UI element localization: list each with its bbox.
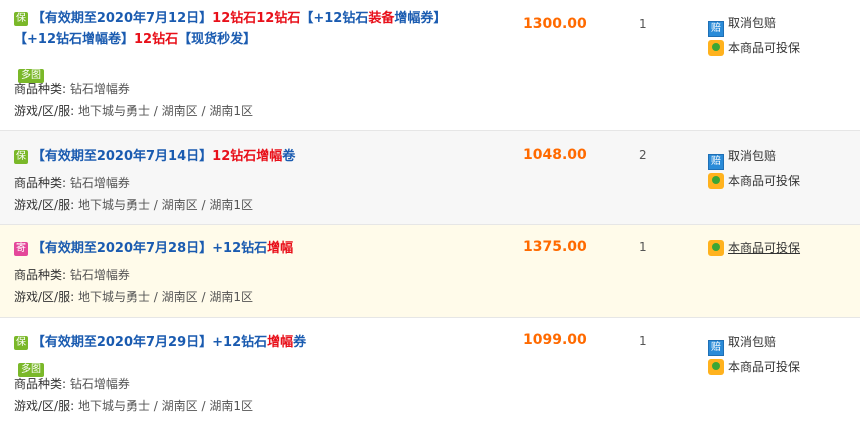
category-line: 商品种类: 钻石增幅券 [14,264,130,286]
category-line: 商品种类: 钻石增幅券 [14,172,130,194]
title-segment: +12钻石 [212,335,268,350]
title-segment: 【有效期至2020年7月28日】 [31,241,213,256]
server-line: 游戏/区/服: 地下城与勇士 / 湖南区 / 湖南1区 [14,194,253,216]
consignment-badge: 寄 [14,241,28,256]
cancel-guarantee-option[interactable]: 赔取消包赔 [708,145,800,170]
title-segment: 12钻石 [133,32,179,47]
cancel-guarantee-icon: 赔 [708,154,724,170]
listing-row: 保 【有效期至2020年7月12日】12钻石12钻石【+12钻石装备增幅券】 【… [0,0,860,131]
server-label: 游戏/区/服: [14,290,75,304]
listing-title[interactable]: 保 【有效期至2020年7月12日】12钻石12钻石【+12钻石装备增幅券】 【… [14,8,484,50]
listing-title[interactable]: 保 【有效期至2020年7月29日】+12钻石增幅券 [14,332,484,353]
price: 1048.00 [523,147,587,163]
quantity: 1 [639,17,647,31]
insurance-label: 本商品可投保 [728,360,801,374]
insurance-icon [708,173,724,189]
title-segment: 券 [293,335,307,350]
quantity: 1 [639,240,647,254]
title-line-1[interactable]: 【有效期至2020年7月28日】+12钻石增幅 [32,241,293,256]
insurance-label[interactable]: 本商品可投保 [728,241,800,255]
category-label: 商品种类: [14,268,67,282]
insurance-option[interactable]: 本商品可投保 [708,356,800,378]
category-value: 钻石增幅券 [69,176,130,190]
cancel-guarantee-label: 取消包赔 [728,335,777,349]
cancel-guarantee-label: 取消包赔 [728,149,777,163]
server-line: 游戏/区/服: 地下城与勇士 / 湖南区 / 湖南1区 [14,395,253,417]
listing-row: 保 【有效期至2020年7月29日】+12钻石增幅券 多图 商品种类: 钻石增幅… [0,318,860,425]
title-segment: 12钻石12钻石 [212,11,301,26]
server-line: 游戏/区/服: 地下城与勇士 / 湖南区 / 湖南1区 [14,286,253,308]
server-value: 地下城与勇士 / 湖南区 / 湖南1区 [77,399,253,413]
title-segment: 【+12钻石 [300,11,369,26]
category-line: 商品种类: 钻石增幅券 [14,78,130,100]
category-value: 钻石增幅券 [69,268,130,282]
title-segment: 【有效期至2020年7月12日】 [31,11,213,26]
price: 1099.00 [523,332,587,348]
server-value: 地下城与勇士 / 湖南区 / 湖南1区 [77,104,253,118]
guarantee-badge: 保 [14,335,28,350]
server-label: 游戏/区/服: [14,104,75,118]
title-segment: 12钻石增幅 [212,149,283,164]
insurance-icon [708,359,724,375]
category-value: 钻石增幅券 [69,377,130,391]
title-segment: 【+12钻石增幅卷】 [14,32,134,47]
cancel-guarantee-label: 取消包赔 [728,16,777,30]
cancel-guarantee-icon: 赔 [708,340,724,356]
service-list: 赔取消包赔 本商品可投保 [708,145,800,192]
title-segment: 装备 [368,11,395,26]
category-label: 商品种类: [14,176,67,190]
category-value: 钻石增幅券 [69,82,130,96]
server-value: 地下城与勇士 / 湖南区 / 湖南1区 [77,198,253,212]
cancel-guarantee-option[interactable]: 赔取消包赔 [708,331,800,356]
listing-row: 保 【有效期至2020年7月14日】12钻石增幅卷 商品种类: 钻石增幅券 游戏… [0,131,860,225]
insurance-option[interactable]: 本商品可投保 [708,170,800,192]
title-segment: 卷 [282,149,296,164]
category-line: 商品种类: 钻石增幅券 [14,373,130,395]
title-line-2[interactable]: 【+12钻石增幅卷】12钻石【现货秒发】 [14,29,484,50]
service-list: 赔取消包赔 本商品可投保 [708,12,800,59]
category-label: 商品种类: [14,82,67,96]
title-segment: 增幅 [267,241,294,256]
server-line: 游戏/区/服: 地下城与勇士 / 湖南区 / 湖南1区 [14,100,253,122]
quantity: 2 [639,148,647,162]
cancel-guarantee-option[interactable]: 赔取消包赔 [708,12,800,37]
title-line-1[interactable]: 【有效期至2020年7月14日】12钻石增幅卷 [32,149,295,164]
listing-title[interactable]: 保 【有效期至2020年7月14日】12钻石增幅卷 [14,146,484,167]
cancel-guarantee-icon: 赔 [708,21,724,37]
insurance-label: 本商品可投保 [728,174,801,188]
server-label: 游戏/区/服: [14,198,75,212]
listing-list: 保 【有效期至2020年7月12日】12钻石12钻石【+12钻石装备增幅券】 【… [0,0,860,425]
server-label: 游戏/区/服: [14,399,75,413]
service-list: 赔取消包赔 本商品可投保 [708,331,800,378]
listing-row: 寄 【有效期至2020年7月28日】+12钻石增幅 商品种类: 钻石增幅券 游戏… [0,225,860,318]
title-segment: +12钻石 [212,241,268,256]
guarantee-badge: 保 [14,11,28,26]
title-line-1[interactable]: 【有效期至2020年7月29日】+12钻石增幅券 [32,335,306,350]
insurance-option[interactable]: 本商品可投保 [708,37,800,59]
listing-title[interactable]: 寄 【有效期至2020年7月28日】+12钻石增幅 [14,238,484,259]
server-value: 地下城与勇士 / 湖南区 / 湖南1区 [77,290,253,304]
price: 1300.00 [523,16,587,32]
title-segment: 【现货秒发】 [178,32,257,47]
insurance-icon [708,240,724,256]
title-segment: 【有效期至2020年7月29日】 [31,335,213,350]
title-segment: 【有效期至2020年7月14日】 [31,149,213,164]
title-segment: 增幅券】 [394,11,447,26]
price: 1375.00 [523,239,587,255]
title-segment: 增幅 [267,335,294,350]
title-line-1[interactable]: 【有效期至2020年7月12日】12钻石12钻石【+12钻石装备增幅券】 [32,11,447,26]
insurance-option[interactable]: 本商品可投保 [708,237,800,259]
category-label: 商品种类: [14,377,67,391]
insurance-icon [708,40,724,56]
quantity: 1 [639,334,647,348]
service-list: 本商品可投保 [708,237,800,259]
guarantee-badge: 保 [14,149,28,164]
insurance-label: 本商品可投保 [728,41,801,55]
